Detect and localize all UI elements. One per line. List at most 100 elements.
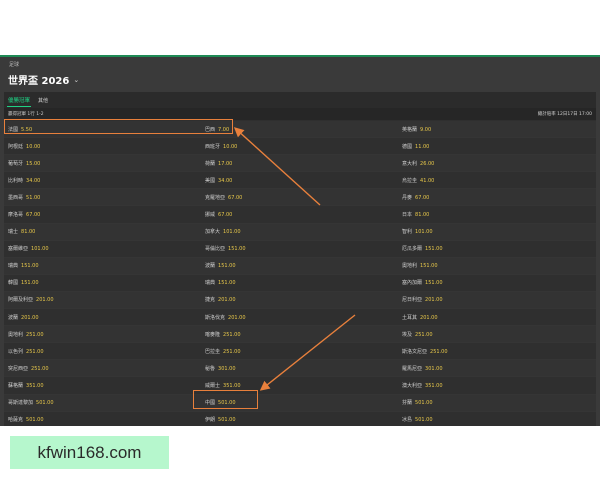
selection-cell[interactable]: 德國 11.00 [398, 143, 595, 150]
odds-value[interactable]: 501.00 [218, 417, 236, 423]
selection-cell[interactable]: 意大利 26.00 [398, 160, 595, 167]
selection-cell[interactable]: 阿根廷 10.00 [4, 143, 201, 150]
odds-value[interactable]: 17.00 [218, 161, 232, 167]
odds-value[interactable]: 10.00 [26, 144, 40, 150]
selection-cell[interactable]: 瑞典 151.00 [4, 262, 201, 269]
selection-cell[interactable]: 瑞士 81.00 [4, 228, 201, 235]
odds-value[interactable]: 251.00 [26, 332, 44, 338]
selection-cell[interactable]: 荷蘭 17.00 [201, 160, 398, 167]
odds-value[interactable]: 501.00 [415, 400, 433, 406]
selection-cell[interactable]: 厄瓜多爾 151.00 [398, 245, 595, 252]
selection-cell[interactable]: 以色列 251.00 [4, 348, 201, 355]
selection-cell[interactable]: 挪威 67.00 [201, 211, 398, 218]
odds-value[interactable]: 151.00 [21, 280, 39, 286]
odds-value[interactable]: 101.00 [223, 229, 241, 235]
odds-value[interactable]: 201.00 [425, 297, 443, 303]
odds-value[interactable]: 251.00 [430, 349, 448, 355]
odds-value[interactable]: 15.00 [26, 161, 40, 167]
odds-value[interactable]: 151.00 [228, 246, 246, 252]
selection-cell[interactable]: 土耳其 201.00 [398, 314, 595, 321]
odds-value[interactable]: 10.00 [223, 144, 237, 150]
selection-cell[interactable]: 冰島 501.00 [398, 416, 595, 423]
selection-cell[interactable]: 斯洛文尼亞 251.00 [398, 348, 595, 355]
odds-value[interactable]: 34.00 [218, 178, 232, 184]
selection-cell[interactable]: 美國 34.00 [201, 177, 398, 184]
odds-value[interactable]: 67.00 [218, 212, 232, 218]
odds-value[interactable]: 251.00 [223, 349, 241, 355]
selection-cell[interactable]: 塞爾維亞 101.00 [4, 245, 201, 252]
selection-cell[interactable]: 瑞典 151.00 [201, 279, 398, 286]
page-title[interactable]: 世界盃 2026 ⌄ [8, 72, 79, 88]
tab-outright-winner[interactable]: 優勝冠軍 [7, 94, 32, 107]
odds-value[interactable]: 501.00 [36, 400, 54, 406]
selection-cell[interactable]: 韓國 151.00 [4, 279, 201, 286]
selection-cell[interactable]: 蘇格蘭 351.00 [4, 382, 201, 389]
selection-cell[interactable]: 英格蘭 9.00 [398, 126, 595, 133]
odds-value[interactable]: 151.00 [420, 263, 438, 269]
selection-cell[interactable]: 加拿大 101.00 [201, 228, 398, 235]
odds-value[interactable]: 9.00 [420, 127, 431, 133]
odds-value[interactable]: 501.00 [26, 417, 44, 423]
selection-cell[interactable]: 威爾士 351.00 [201, 382, 398, 389]
odds-value[interactable]: 151.00 [425, 246, 443, 252]
selection-cell[interactable]: 斯洛伐克 201.00 [201, 314, 398, 321]
odds-value[interactable]: 101.00 [31, 246, 49, 252]
selection-cell[interactable]: 突尼西亞 251.00 [4, 365, 201, 372]
odds-value[interactable]: 201.00 [228, 315, 246, 321]
odds-value[interactable]: 201.00 [36, 297, 54, 303]
odds-value[interactable]: 251.00 [26, 349, 44, 355]
selection-cell[interactable]: 奧地利 251.00 [4, 331, 201, 338]
selection-cell[interactable]: 伊朗 501.00 [201, 416, 398, 423]
selection-cell[interactable]: 哥斯達黎加 501.00 [4, 399, 201, 406]
selection-cell[interactable]: 摩洛哥 67.00 [4, 211, 201, 218]
odds-value[interactable]: 501.00 [415, 417, 433, 423]
odds-value[interactable]: 251.00 [415, 332, 433, 338]
odds-value[interactable]: 81.00 [415, 212, 429, 218]
selection-cell[interactable]: 阿爾及利亞 201.00 [4, 296, 201, 303]
odds-value[interactable]: 67.00 [228, 195, 242, 201]
selection-cell[interactable]: 尼日利亞 201.00 [398, 296, 595, 303]
odds-value[interactable]: 34.00 [26, 178, 40, 184]
odds-value[interactable]: 351.00 [223, 383, 241, 389]
odds-value[interactable]: 101.00 [415, 229, 433, 235]
selection-cell[interactable]: 墨西哥 51.00 [4, 194, 201, 201]
odds-value[interactable]: 151.00 [218, 280, 236, 286]
odds-value[interactable]: 67.00 [26, 212, 40, 218]
odds-value[interactable]: 351.00 [26, 383, 44, 389]
chevron-down-icon[interactable]: ⌄ [73, 76, 79, 84]
selection-cell[interactable]: 芬蘭 501.00 [398, 399, 595, 406]
odds-value[interactable]: 151.00 [21, 263, 39, 269]
selection-cell[interactable]: 喀麥隆 251.00 [201, 331, 398, 338]
selection-cell[interactable]: 波蘭 201.00 [4, 314, 201, 321]
selection-cell[interactable]: 烏拉圭 41.00 [398, 177, 595, 184]
selection-cell[interactable]: 哈薩克 501.00 [4, 416, 201, 423]
selection-cell[interactable]: 日本 81.00 [398, 211, 595, 218]
odds-value[interactable]: 51.00 [26, 195, 40, 201]
odds-value[interactable]: 201.00 [420, 315, 438, 321]
odds-value[interactable]: 81.00 [21, 229, 35, 235]
odds-value[interactable]: 26.00 [420, 161, 434, 167]
odds-value[interactable]: 151.00 [425, 280, 443, 286]
selection-cell[interactable]: 巴拉圭 251.00 [201, 348, 398, 355]
selection-cell[interactable]: 塞內加爾 151.00 [398, 279, 595, 286]
selection-cell[interactable]: 秘魯 301.00 [201, 365, 398, 372]
selection-cell[interactable]: 丹麥 67.00 [398, 194, 595, 201]
odds-value[interactable]: 151.00 [218, 263, 236, 269]
selection-cell[interactable]: 捷克 201.00 [201, 296, 398, 303]
odds-value[interactable]: 251.00 [223, 332, 241, 338]
selection-cell[interactable]: 葡萄牙 15.00 [4, 160, 201, 167]
selection-cell[interactable]: 波蘭 151.00 [201, 262, 398, 269]
selection-cell[interactable]: 哥倫比亞 151.00 [201, 245, 398, 252]
selection-cell[interactable]: 埃及 251.00 [398, 331, 595, 338]
odds-value[interactable]: 201.00 [21, 315, 39, 321]
selection-cell[interactable]: 奧地利 151.00 [398, 262, 595, 269]
selection-cell[interactable]: 羅馬尼亞 301.00 [398, 365, 595, 372]
odds-value[interactable]: 301.00 [425, 366, 443, 372]
odds-value[interactable]: 41.00 [420, 178, 434, 184]
tab-other[interactable]: 其他 [37, 95, 49, 106]
odds-value[interactable]: 301.00 [218, 366, 236, 372]
odds-value[interactable]: 67.00 [415, 195, 429, 201]
selection-cell[interactable]: 智利 101.00 [398, 228, 595, 235]
odds-value[interactable]: 251.00 [31, 366, 49, 372]
odds-value[interactable]: 351.00 [425, 383, 443, 389]
